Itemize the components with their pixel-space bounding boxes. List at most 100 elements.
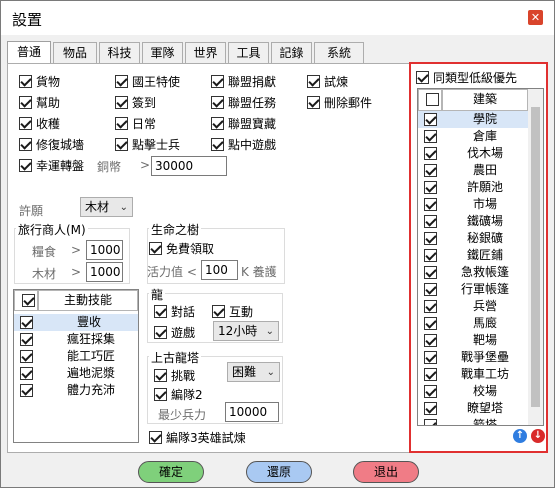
checkbox[interactable] [424,317,437,330]
skills-header-check[interactable] [14,290,38,311]
vital-input[interactable]: 100 [201,260,238,280]
checkbox[interactable] [19,117,32,130]
list-item[interactable]: 靶場 [418,332,528,349]
list-item[interactable]: 體力充沛 [14,382,138,399]
tab-world[interactable]: 世界 [185,42,226,64]
checkbox[interactable] [20,367,33,380]
checkbox[interactable] [424,300,437,313]
list-item[interactable]: 學院 [418,111,528,128]
tab-general[interactable]: 普通 [7,41,51,65]
list-item[interactable]: 馬廄 [418,315,528,332]
move-down-icon[interactable]: ↓ [531,429,545,443]
permit-select[interactable]: 木材 ⌄ [80,197,133,217]
free-claim-checkbox[interactable]: 免費領取 [149,240,214,257]
dragon-game-checkbox[interactable]: 遊戲 [154,324,195,341]
team3-trial-checkbox[interactable]: 編隊3英雄試煉 [149,429,246,446]
checkbox[interactable] [307,75,320,88]
checkbox[interactable] [19,159,32,172]
checkbox[interactable] [19,138,32,151]
checkbox[interactable] [424,266,437,279]
list-item[interactable]: 校場 [418,383,528,400]
dragon-dialog-checkbox[interactable]: 對話 [154,303,195,320]
checkbox[interactable] [21,294,35,307]
checkbox[interactable] [424,249,437,262]
checkbox[interactable] [154,369,167,382]
list-item[interactable]: 倉庫 [418,128,528,145]
dragon-interval-select[interactable]: 12小時 ⌄ [213,321,279,341]
checkbox[interactable] [20,384,33,397]
checkbox[interactable] [20,350,33,363]
option-alliance-treasure[interactable]: 聯盟寶藏 [211,115,276,132]
dragon-interact-checkbox[interactable]: 互動 [212,303,253,320]
checkbox[interactable] [115,96,128,109]
checkbox[interactable] [20,316,33,329]
coin-input[interactable]: 30000 [151,156,227,176]
option-harvest[interactable]: 收穫 [19,115,60,132]
checkbox[interactable] [211,96,224,109]
option-click-soldier[interactable]: 點擊士兵 [115,136,180,153]
option-envoy[interactable]: 國王特使 [115,73,180,90]
checkbox[interactable] [424,402,437,415]
list-item[interactable]: 兵營 [418,298,528,315]
option-daily[interactable]: 日常 [115,115,156,132]
checkbox[interactable] [19,96,32,109]
list-item[interactable]: 農田 [418,162,528,179]
buildings-header-check[interactable] [418,89,442,111]
list-item[interactable]: 行軍帳篷 [418,281,528,298]
option-repair-wall[interactable]: 修復城墻 [19,136,84,153]
close-icon[interactable]: ✕ [528,10,543,25]
checkbox[interactable] [115,117,128,130]
option-lucky-wheel[interactable]: 幸運轉盤 [19,157,84,174]
skills-header[interactable]: 主動技能 [38,290,138,311]
tab-army[interactable]: 軍隊 [142,42,183,64]
option-trial[interactable]: 試煉 [307,73,348,90]
checkbox[interactable] [211,138,224,151]
checkbox[interactable] [20,333,33,346]
list-item[interactable]: 急救帳篷 [418,264,528,281]
checkbox[interactable] [212,305,225,318]
option-help[interactable]: 幫助 [19,94,60,111]
option-delete-mail[interactable]: 刪除郵件 [307,94,372,111]
checkbox[interactable] [424,283,437,296]
option-cargo[interactable]: 貨物 [19,73,60,90]
list-item[interactable]: 瞭望塔 [418,400,528,417]
checkbox[interactable] [115,138,128,151]
list-item[interactable]: 伐木場 [418,145,528,162]
list-item[interactable]: 許願池 [418,179,528,196]
checkbox[interactable] [424,181,437,194]
list-item[interactable]: 能工巧匠 [14,348,138,365]
exit-button[interactable]: 退出 [353,461,419,483]
move-up-icon[interactable]: ↑ [513,429,527,443]
tab-items[interactable]: 物品 [53,42,97,64]
checkbox[interactable] [19,75,32,88]
checkbox[interactable] [154,388,167,401]
checkbox[interactable] [154,326,167,339]
list-item[interactable]: 鐵匠鋪 [418,247,528,264]
list-item[interactable]: 豐收 [14,314,138,331]
buildings-scrollbar[interactable] [528,89,543,425]
ok-button[interactable]: 確定 [138,461,204,483]
list-item[interactable]: 戰車工坊 [418,366,528,383]
checkbox[interactable] [424,232,437,245]
checkbox[interactable] [426,93,439,106]
checkbox[interactable] [424,385,437,398]
food-input[interactable]: 1000 [86,240,123,260]
tab-tech[interactable]: 科技 [99,42,140,64]
checkbox[interactable] [149,242,162,255]
scrollbar-thumb[interactable] [531,107,540,407]
checkbox[interactable] [424,130,437,143]
wood-input[interactable]: 1000 [86,262,123,282]
min-troop-input[interactable]: 10000 [225,402,279,422]
tab-tools[interactable]: 工具 [228,42,269,64]
list-item[interactable]: 鐵礦場 [418,213,528,230]
checkbox[interactable] [424,147,437,160]
checkbox[interactable] [211,117,224,130]
checkbox[interactable] [115,75,128,88]
priority-checkbox[interactable]: 同類型低級優先 [416,69,517,86]
list-item[interactable]: 瘋狂採集 [14,331,138,348]
checkbox[interactable] [424,351,437,364]
checkbox[interactable] [211,75,224,88]
restore-button[interactable]: 還原 [246,461,312,483]
option-alliance-donate[interactable]: 聯盟捐獻 [211,73,276,90]
tab-log[interactable]: 記錄 [271,42,312,64]
